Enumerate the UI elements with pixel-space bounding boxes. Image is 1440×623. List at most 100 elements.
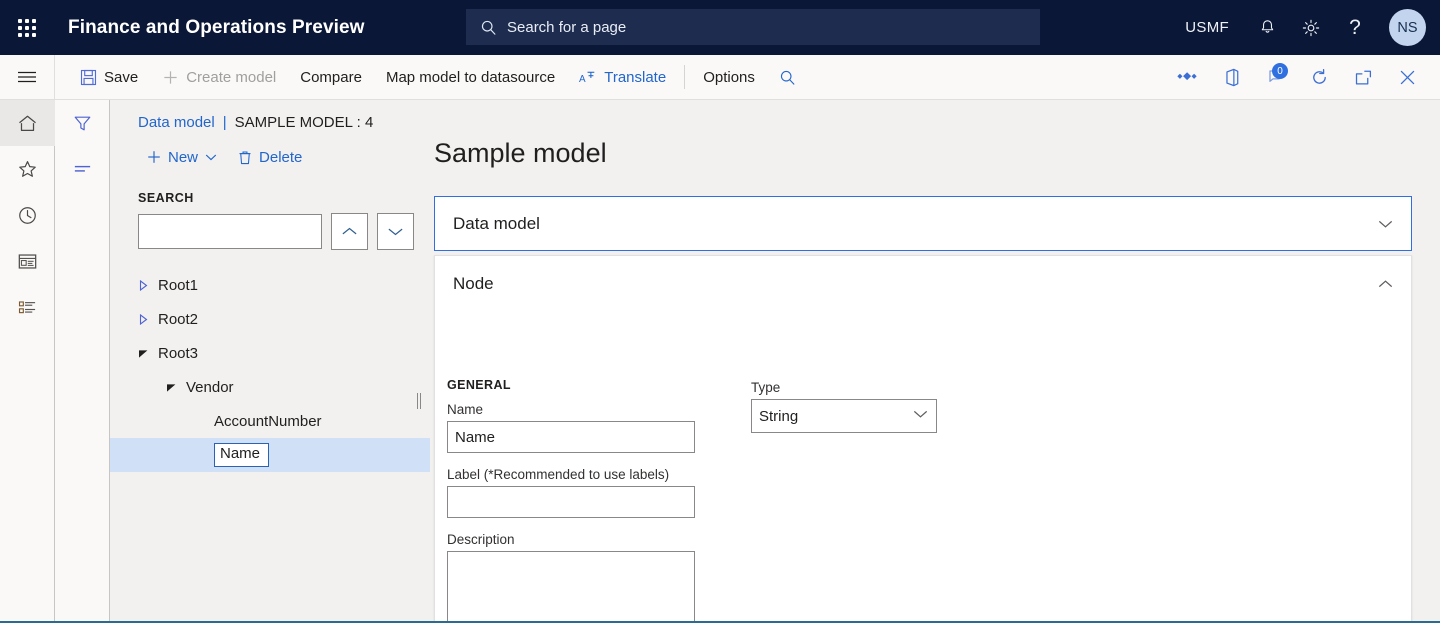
create-model-label: Create model: [186, 69, 276, 86]
hamburger-menu-icon[interactable]: [0, 55, 55, 99]
page-title: Sample model: [430, 100, 1440, 169]
help-question-icon[interactable]: ?: [1333, 0, 1377, 55]
node-form: GENERAL Name Label (*Recommended to use …: [435, 312, 1411, 318]
fasttab-data-model-title: Data model: [453, 214, 540, 234]
filter-funnel-icon[interactable]: [55, 100, 110, 146]
field-description: Description: [447, 532, 695, 623]
options-button[interactable]: Options: [691, 55, 767, 99]
sort-lines-icon[interactable]: [55, 146, 110, 192]
breadcrumb: Data model | SAMPLE MODEL : 4: [110, 100, 430, 131]
model-tree: Root1 Root2 Root3 Vendor AccountNumber Name: [110, 268, 430, 472]
plus-icon: [146, 149, 162, 165]
tree-node[interactable]: Root3: [110, 336, 430, 370]
tree-node-label: Vendor: [186, 379, 234, 396]
label-input[interactable]: [447, 486, 695, 518]
save-disk-icon: [80, 69, 97, 86]
popout-window-icon[interactable]: [1342, 55, 1384, 99]
sidebar-item-modules[interactable]: [0, 284, 55, 330]
tree-expand-collapsed-icon[interactable]: [132, 280, 154, 291]
company-selector[interactable]: USMF: [1169, 0, 1245, 55]
create-model-button: Create model: [150, 55, 288, 99]
bell-icon[interactable]: [1245, 0, 1289, 55]
description-textarea[interactable]: [447, 551, 695, 623]
fasttab-node-title: Node: [453, 274, 494, 294]
tree-node-label: Root2: [158, 311, 198, 328]
general-group-label: GENERAL: [447, 378, 695, 392]
new-button[interactable]: New: [138, 141, 225, 173]
chevron-down-icon: [205, 153, 217, 162]
model-tree-pane: Data model | SAMPLE MODEL : 4 New Delete…: [110, 100, 430, 621]
type-select[interactable]: StringIntegerRealDateDateTimeBooleanCont…: [751, 399, 937, 433]
office-app-icon[interactable]: [1210, 55, 1252, 99]
translate-button[interactable]: A Translate: [567, 55, 678, 99]
chevron-up-icon[interactable]: [1378, 279, 1393, 289]
breadcrumb-divider: |: [223, 114, 227, 131]
breadcrumb-root-link[interactable]: Data model: [138, 114, 215, 131]
gear-icon[interactable]: [1289, 0, 1333, 55]
tree-node[interactable]: Root1: [110, 268, 430, 302]
global-search-placeholder: Search for a page: [507, 19, 626, 36]
sidebar-item-home[interactable]: [0, 100, 55, 146]
svg-text:A: A: [579, 74, 586, 85]
field-name: Name: [447, 402, 695, 453]
tree-node-label: AccountNumber: [214, 413, 322, 430]
translate-icon: A: [579, 69, 597, 86]
search-next-button[interactable]: [377, 213, 414, 250]
trash-icon: [237, 149, 253, 166]
chat-bubble-icon[interactable]: 0: [1254, 55, 1296, 99]
field-label: Label (*Recommended to use labels): [447, 467, 695, 518]
search-icon: [480, 19, 497, 36]
field-name-label: Name: [447, 402, 695, 417]
action-pane-toolbar: Save Create model Compare Map model to d…: [0, 55, 1440, 100]
tree-search-row: [110, 205, 430, 250]
app-title: Finance and Operations Preview: [68, 17, 365, 39]
app-launcher-icon[interactable]: [0, 0, 54, 55]
search-input[interactable]: [138, 214, 322, 249]
name-input[interactable]: [447, 421, 695, 453]
toolbar-divider: [684, 65, 685, 89]
node-form-left-column: GENERAL Name Label (*Recommended to use …: [447, 378, 695, 623]
field-label-label: Label (*Recommended to use labels): [447, 467, 695, 482]
tree-node[interactable]: Vendor: [110, 370, 430, 404]
breadcrumb-current: SAMPLE MODEL : 4: [235, 114, 374, 131]
delete-button[interactable]: Delete: [229, 141, 310, 173]
secondary-rail: [55, 100, 110, 621]
resize-handle-icon[interactable]: [415, 392, 423, 410]
close-icon[interactable]: [1386, 55, 1428, 99]
sidebar-item-recent[interactable]: [0, 192, 55, 238]
new-button-label: New: [168, 149, 198, 166]
diamond-cluster-icon[interactable]: [1166, 55, 1208, 99]
node-form-right-column: Type StringIntegerRealDateDateTimeBoolea…: [751, 380, 937, 447]
chevron-down-icon[interactable]: [1378, 219, 1393, 229]
detail-pane: Sample model Data model Node GENERAL Nam…: [430, 100, 1440, 621]
tree-node-rename-input[interactable]: Name: [214, 443, 269, 467]
chat-badge-count: 0: [1272, 63, 1288, 79]
toolbar-search-icon[interactable]: [767, 55, 808, 99]
tree-node[interactable]: AccountNumber: [110, 404, 430, 438]
refresh-icon[interactable]: [1298, 55, 1340, 99]
toolbar-right-icons: 0: [1166, 55, 1440, 99]
map-model-to-datasource-button[interactable]: Map model to datasource: [374, 55, 567, 99]
translate-label: Translate: [604, 69, 666, 86]
field-type: Type StringIntegerRealDateDateTimeBoolea…: [751, 380, 937, 433]
tree-command-bar: New Delete: [110, 131, 430, 173]
top-nav-right-group: USMF ? NS: [1169, 0, 1440, 55]
tree-node-label: Root1: [158, 277, 198, 294]
sidebar-item-workspaces[interactable]: [0, 238, 55, 284]
sidebar-item-favorites[interactable]: [0, 146, 55, 192]
fasttab-data-model[interactable]: Data model: [434, 196, 1412, 251]
tree-node[interactable]: Root2: [110, 302, 430, 336]
delete-button-label: Delete: [259, 149, 302, 166]
avatar[interactable]: NS: [1389, 9, 1426, 46]
search-section-label: SEARCH: [110, 173, 430, 205]
global-search-box[interactable]: Search for a page: [466, 9, 1040, 45]
search-previous-button[interactable]: [331, 213, 368, 250]
fasttab-node-header[interactable]: Node: [435, 256, 1411, 312]
plus-icon: [162, 69, 179, 86]
compare-button[interactable]: Compare: [288, 55, 374, 99]
tree-node[interactable]: Name: [110, 438, 430, 472]
tree-expand-expanded-icon[interactable]: [160, 382, 182, 393]
save-button[interactable]: Save: [68, 55, 150, 99]
tree-expand-collapsed-icon[interactable]: [132, 314, 154, 325]
tree-expand-expanded-icon[interactable]: [132, 348, 154, 359]
